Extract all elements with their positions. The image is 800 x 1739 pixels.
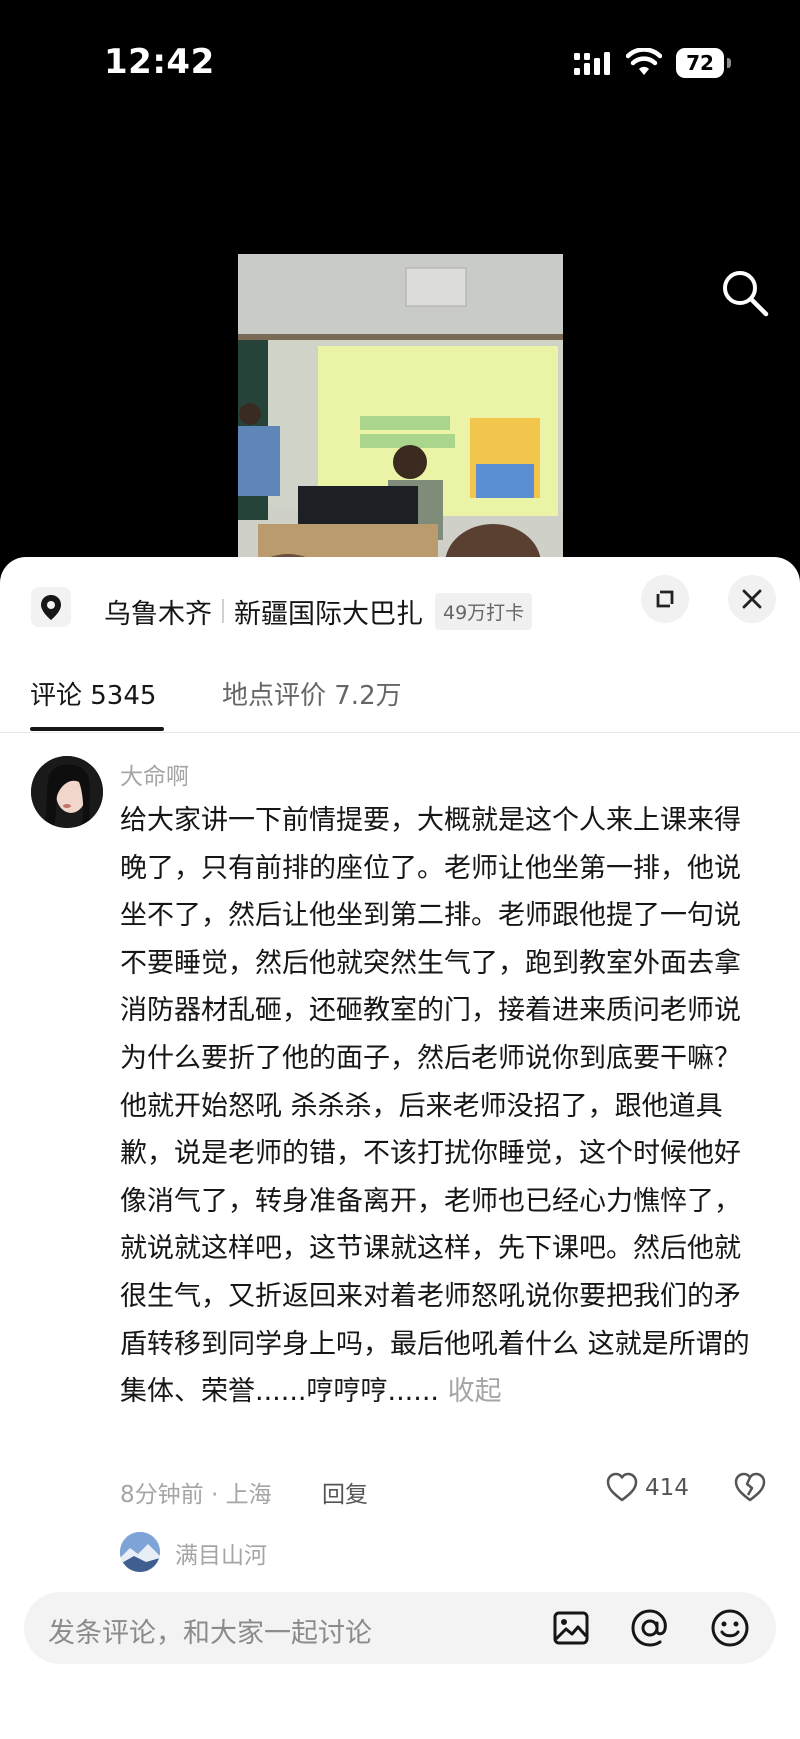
like-count: 414	[645, 1475, 689, 1501]
cellular-signal-icon	[574, 52, 610, 75]
avatar[interactable]	[120, 1532, 160, 1572]
location-place: 新疆国际大巴扎	[234, 598, 423, 630]
comment-input[interactable]: 发条评论，和大家一起讨论	[24, 1592, 776, 1664]
close-button[interactable]	[728, 575, 776, 623]
reply-button[interactable]: 回复	[322, 1475, 368, 1509]
expand-button[interactable]	[641, 575, 689, 623]
wifi-icon	[626, 48, 662, 75]
comment-input-bar: 发条评论，和大家一起讨论	[0, 1579, 800, 1739]
location-separator	[222, 599, 224, 623]
image-icon[interactable]	[549, 1606, 593, 1650]
comment-text: 给大家讲一下前情提要，大概就是这个人来上课来得晚了，只有前排的座位了。老师让他坐…	[120, 797, 766, 1416]
active-tab-indicator	[30, 727, 164, 731]
location-pin-icon	[31, 587, 71, 627]
battery-indicator: 72	[676, 48, 724, 78]
tab-place-reviews[interactable]: 地点评价 7.2万	[222, 675, 402, 712]
location-row[interactable]: 乌鲁木齐 新疆国际大巴扎 49万打卡	[104, 591, 533, 631]
status-bar: 12:42 72	[0, 0, 800, 130]
avatar[interactable]	[31, 756, 103, 828]
status-time: 12:42	[104, 42, 215, 82]
comment-sheet: 乌鲁木齐 新疆国际大巴扎 49万打卡 评论 5345 地点评价 7.2万 大命啊…	[0, 557, 800, 1739]
at-icon[interactable]	[628, 1606, 672, 1650]
close-icon	[742, 589, 762, 609]
tab-comments[interactable]: 评论 5345	[30, 675, 156, 712]
heart-icon[interactable]	[604, 1469, 640, 1505]
tab-bar: 评论 5345 地点评价 7.2万	[0, 657, 800, 733]
divider	[0, 732, 800, 733]
comment-meta: 8分钟前 · 上海	[120, 1482, 272, 1508]
comment-username[interactable]: 大命啊	[120, 757, 189, 791]
checkin-badge: 49万打卡	[435, 592, 533, 630]
comment-input-placeholder: 发条评论，和大家一起讨论	[48, 1618, 372, 1649]
video-area[interactable]	[0, 130, 800, 684]
expand-icon	[656, 590, 674, 608]
emoji-icon[interactable]	[708, 1606, 752, 1650]
comment-content: 给大家讲一下前情提要，大概就是这个人来上课来得晚了，只有前排的座位了。老师让他坐…	[120, 805, 750, 1408]
collapse-link[interactable]: 收起	[448, 1376, 502, 1407]
battery-cap	[727, 58, 731, 68]
search-icon[interactable]	[718, 266, 774, 322]
next-comment-username[interactable]: 满目山河	[175, 1536, 267, 1570]
location-city: 乌鲁木齐	[104, 598, 212, 630]
broken-heart-icon[interactable]	[732, 1469, 768, 1505]
